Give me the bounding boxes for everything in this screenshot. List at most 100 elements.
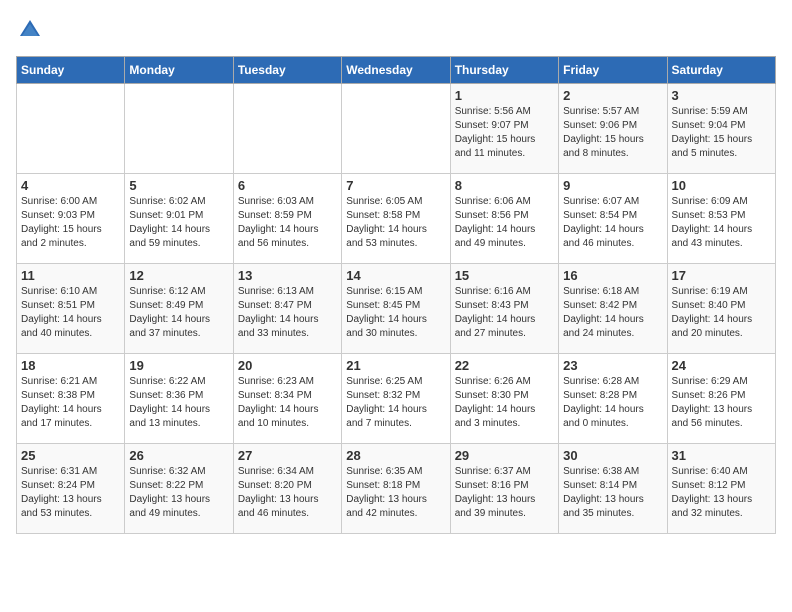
day-number: 24 [672,358,771,373]
day-info: Sunrise: 6:09 AM Sunset: 8:53 PM Dayligh… [672,195,771,251]
day-number: 31 [672,448,771,463]
calendar-cell: 6 Sunrise: 6:03 AM Sunset: 8:59 PM Daylig… [233,174,341,264]
calendar-cell: 29 Sunrise: 6:37 AM Sunset: 8:16 PM Dayli… [450,444,558,534]
day-info: Sunrise: 6:28 AM Sunset: 8:28 PM Dayligh… [563,375,662,431]
header-saturday: Saturday [667,57,775,84]
day-info: Sunrise: 6:35 AM Sunset: 8:18 PM Dayligh… [346,465,445,521]
day-info: Sunrise: 6:18 AM Sunset: 8:42 PM Dayligh… [563,285,662,341]
header-wednesday: Wednesday [342,57,450,84]
logo [16,16,48,44]
day-number: 19 [129,358,228,373]
calendar-cell: 25 Sunrise: 6:31 AM Sunset: 8:24 PM Dayli… [17,444,125,534]
calendar-cell: 22 Sunrise: 6:26 AM Sunset: 8:30 PM Dayli… [450,354,558,444]
day-info: Sunrise: 6:21 AM Sunset: 8:38 PM Dayligh… [21,375,120,431]
calendar-cell: 8Sunrise: 6:06 AM Sunset: 8:56 PM Daylig… [450,174,558,264]
day-info: Sunrise: 6:26 AM Sunset: 8:30 PM Dayligh… [455,375,554,431]
calendar-table: SundayMondayTuesdayWednesdayThursdayFrid… [16,56,776,534]
calendar-header-row: SundayMondayTuesdayWednesdayThursdayFrid… [17,57,776,84]
day-info: Sunrise: 5:57 AM Sunset: 9:06 PM Dayligh… [563,105,662,161]
day-number: 23 [563,358,662,373]
day-number: 29 [455,448,554,463]
day-info: Sunrise: 5:59 AM Sunset: 9:04 PM Dayligh… [672,105,771,161]
day-number: 7 [346,178,445,193]
day-number: 13 [238,268,337,283]
day-info: Sunrise: 6:16 AM Sunset: 8:43 PM Dayligh… [455,285,554,341]
day-number: 16 [563,268,662,283]
day-number: 9 [563,178,662,193]
calendar-cell [233,84,341,174]
day-number: 14 [346,268,445,283]
day-number: 5 [129,178,228,193]
calendar-cell: 20 Sunrise: 6:23 AM Sunset: 8:34 PM Dayli… [233,354,341,444]
day-number: 22 [455,358,554,373]
calendar-cell: 31 Sunrise: 6:40 AM Sunset: 8:12 PM Dayli… [667,444,775,534]
calendar-cell: 19 Sunrise: 6:22 AM Sunset: 8:36 PM Dayli… [125,354,233,444]
calendar-week-1: 1Sunrise: 5:56 AM Sunset: 9:07 PM Daylig… [17,84,776,174]
day-info: Sunrise: 6:23 AM Sunset: 8:34 PM Dayligh… [238,375,337,431]
calendar-cell: 26Sunrise: 6:32 AM Sunset: 8:22 PM Dayli… [125,444,233,534]
header-friday: Friday [559,57,667,84]
day-number: 6 [238,178,337,193]
calendar-cell: 13 Sunrise: 6:13 AM Sunset: 8:47 PM Dayli… [233,264,341,354]
calendar-cell: 18 Sunrise: 6:21 AM Sunset: 8:38 PM Dayli… [17,354,125,444]
day-number: 2 [563,88,662,103]
day-info: Sunrise: 6:37 AM Sunset: 8:16 PM Dayligh… [455,465,554,521]
day-number: 1 [455,88,554,103]
calendar-cell [125,84,233,174]
day-info: Sunrise: 6:07 AM Sunset: 8:54 PM Dayligh… [563,195,662,251]
day-number: 18 [21,358,120,373]
calendar-cell: 5 Sunrise: 6:02 AM Sunset: 9:01 PM Daylig… [125,174,233,264]
logo-icon [16,16,44,44]
day-info: Sunrise: 6:13 AM Sunset: 8:47 PM Dayligh… [238,285,337,341]
day-number: 17 [672,268,771,283]
calendar-cell: 24Sunrise: 6:29 AM Sunset: 8:26 PM Dayli… [667,354,775,444]
day-info: Sunrise: 6:31 AM Sunset: 8:24 PM Dayligh… [21,465,120,521]
day-number: 11 [21,268,120,283]
day-info: Sunrise: 6:22 AM Sunset: 8:36 PM Dayligh… [129,375,228,431]
day-info: Sunrise: 6:32 AM Sunset: 8:22 PM Dayligh… [129,465,228,521]
header-monday: Monday [125,57,233,84]
calendar-week-3: 11 Sunrise: 6:10 AM Sunset: 8:51 PM Dayli… [17,264,776,354]
day-info: Sunrise: 6:12 AM Sunset: 8:49 PM Dayligh… [129,285,228,341]
day-info: Sunrise: 6:02 AM Sunset: 9:01 PM Dayligh… [129,195,228,251]
calendar-week-5: 25 Sunrise: 6:31 AM Sunset: 8:24 PM Dayli… [17,444,776,534]
day-number: 21 [346,358,445,373]
day-number: 27 [238,448,337,463]
calendar-cell: 11 Sunrise: 6:10 AM Sunset: 8:51 PM Dayli… [17,264,125,354]
day-info: Sunrise: 6:10 AM Sunset: 8:51 PM Dayligh… [21,285,120,341]
calendar-week-4: 18 Sunrise: 6:21 AM Sunset: 8:38 PM Dayli… [17,354,776,444]
day-info: Sunrise: 6:34 AM Sunset: 8:20 PM Dayligh… [238,465,337,521]
day-number: 30 [563,448,662,463]
calendar-cell: 15Sunrise: 6:16 AM Sunset: 8:43 PM Dayli… [450,264,558,354]
header-thursday: Thursday [450,57,558,84]
calendar-cell: 2 Sunrise: 5:57 AM Sunset: 9:06 PM Daylig… [559,84,667,174]
calendar-cell: 12Sunrise: 6:12 AM Sunset: 8:49 PM Dayli… [125,264,233,354]
day-info: Sunrise: 6:05 AM Sunset: 8:58 PM Dayligh… [346,195,445,251]
calendar-cell: 9 Sunrise: 6:07 AM Sunset: 8:54 PM Daylig… [559,174,667,264]
calendar-cell: 28 Sunrise: 6:35 AM Sunset: 8:18 PM Dayli… [342,444,450,534]
day-number: 25 [21,448,120,463]
calendar-cell: 1Sunrise: 5:56 AM Sunset: 9:07 PM Daylig… [450,84,558,174]
day-number: 4 [21,178,120,193]
calendar-cell: 23 Sunrise: 6:28 AM Sunset: 8:28 PM Dayli… [559,354,667,444]
page-header [16,16,776,44]
calendar-cell: 17 Sunrise: 6:19 AM Sunset: 8:40 PM Dayli… [667,264,775,354]
calendar-cell: 10 Sunrise: 6:09 AM Sunset: 8:53 PM Dayli… [667,174,775,264]
calendar-cell: 4 Sunrise: 6:00 AM Sunset: 9:03 PM Daylig… [17,174,125,264]
day-number: 10 [672,178,771,193]
header-tuesday: Tuesday [233,57,341,84]
day-info: Sunrise: 6:38 AM Sunset: 8:14 PM Dayligh… [563,465,662,521]
day-number: 28 [346,448,445,463]
day-number: 20 [238,358,337,373]
calendar-cell: 21Sunrise: 6:25 AM Sunset: 8:32 PM Dayli… [342,354,450,444]
day-info: Sunrise: 6:06 AM Sunset: 8:56 PM Dayligh… [455,195,554,251]
calendar-cell: 30 Sunrise: 6:38 AM Sunset: 8:14 PM Dayli… [559,444,667,534]
day-info: Sunrise: 6:40 AM Sunset: 8:12 PM Dayligh… [672,465,771,521]
day-info: Sunrise: 6:03 AM Sunset: 8:59 PM Dayligh… [238,195,337,251]
day-info: Sunrise: 6:00 AM Sunset: 9:03 PM Dayligh… [21,195,120,251]
header-sunday: Sunday [17,57,125,84]
calendar-cell: 27 Sunrise: 6:34 AM Sunset: 8:20 PM Dayli… [233,444,341,534]
calendar-cell [342,84,450,174]
day-info: Sunrise: 6:19 AM Sunset: 8:40 PM Dayligh… [672,285,771,341]
calendar-cell: 14Sunrise: 6:15 AM Sunset: 8:45 PM Dayli… [342,264,450,354]
